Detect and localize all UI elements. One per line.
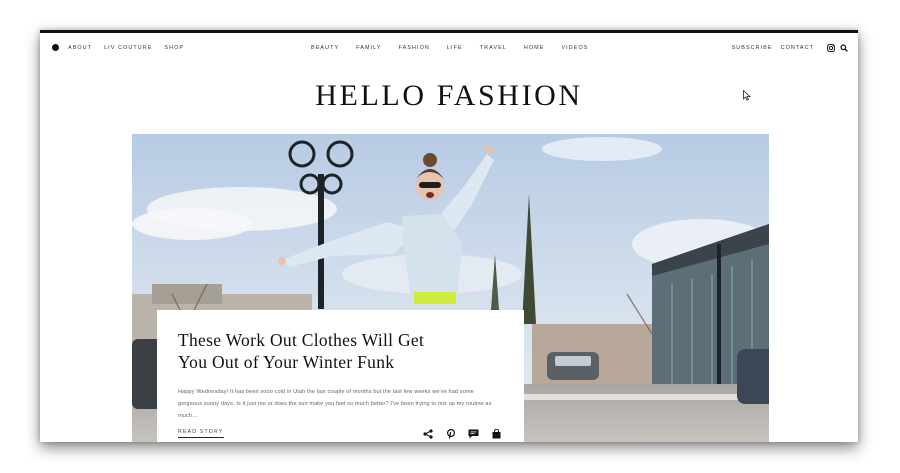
comment-icon[interactable] [468,428,479,439]
shopping-bag-icon[interactable] [491,428,502,439]
featured-post-excerpt: Happy Wednesday! It has been sooo cold i… [178,389,492,419]
nav-link-videos[interactable]: Videos [561,45,588,51]
share-icon[interactable] [422,428,433,439]
logo-dot-icon[interactable] [52,44,59,51]
search-icon[interactable] [839,43,848,52]
instagram-icon[interactable] [826,43,835,52]
featured-title-line-1[interactable]: These Work Out Clothes Will Get [178,329,503,351]
nav-link-fashion[interactable]: Fashion [399,45,430,51]
read-story-link[interactable]: Read Story [178,429,224,438]
pinterest-icon[interactable] [445,428,456,439]
nav-link-travel[interactable]: Travel [480,45,507,51]
browser-page: About Liv Couture Shop Beauty Family Fas… [40,30,858,442]
nav-link-life[interactable]: Life [447,45,463,51]
nav-left-group: About Liv Couture Shop [52,44,196,51]
nav-link-home[interactable]: Home [524,45,545,51]
nav-link-liv-couture[interactable]: Liv Couture [104,45,152,51]
nav-link-shop[interactable]: Shop [164,45,184,51]
site-title[interactable]: HELLO FASHION [40,79,858,113]
nav-link-about[interactable]: About [68,45,92,51]
top-navigation: About Liv Couture Shop Beauty Family Fas… [40,33,858,65]
nav-link-family[interactable]: Family [356,45,381,51]
nav-category-menu: Beauty Family Fashion Life Travel Home V… [311,45,588,51]
featured-title-line-2[interactable]: You Out of Your Winter Funk [178,351,503,373]
nav-link-subscribe[interactable]: Subscribe [732,45,773,51]
post-action-icons [410,428,502,439]
nav-link-contact[interactable]: Contact [781,45,814,51]
featured-post-title[interactable]: These Work Out Clothes Will Get You Out … [178,329,503,373]
nav-link-beauty[interactable]: Beauty [311,45,339,51]
mouse-cursor-icon [743,88,752,106]
nav-right-group: Subscribe Contact [732,43,848,52]
featured-post-card: These Work Out Clothes Will Get You Out … [157,310,524,442]
